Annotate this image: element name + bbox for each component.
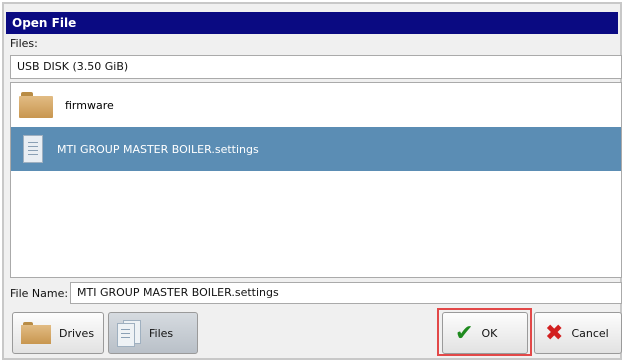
file-name-input[interactable]: MTI GROUP MASTER BOILER.settings (70, 282, 622, 304)
ok-button-label: OK (481, 326, 498, 340)
document-icon (23, 135, 43, 163)
drive-select[interactable]: USB DISK (3.50 GiB) (10, 55, 622, 79)
dialog-title: Open File (6, 12, 618, 34)
cancel-button-label: Cancel (571, 326, 609, 340)
file-name-label: File Name: (10, 287, 69, 300)
list-item-folder[interactable]: firmware (11, 83, 621, 127)
folder-icon (19, 92, 53, 118)
folder-icon (21, 322, 51, 344)
list-item-label: firmware (65, 98, 114, 112)
file-list: firmware MTI GROUP MASTER BOILER.setting… (10, 82, 622, 278)
ok-button[interactable]: ✔ OK (442, 312, 528, 354)
files-button-label: Files (149, 326, 174, 340)
checkmark-icon: ✔ (455, 320, 474, 346)
list-item-file-selected[interactable]: MTI GROUP MASTER BOILER.settings (11, 127, 621, 171)
files-label: Files: (10, 37, 38, 50)
close-icon: ✖ (545, 320, 564, 346)
drives-button-label: Drives (59, 326, 95, 340)
files-button[interactable]: Files (108, 312, 198, 354)
list-item-label: MTI GROUP MASTER BOILER.settings (57, 142, 259, 156)
documents-icon (117, 320, 141, 347)
cancel-button[interactable]: ✖ Cancel (534, 312, 622, 354)
drives-button[interactable]: Drives (12, 312, 104, 354)
